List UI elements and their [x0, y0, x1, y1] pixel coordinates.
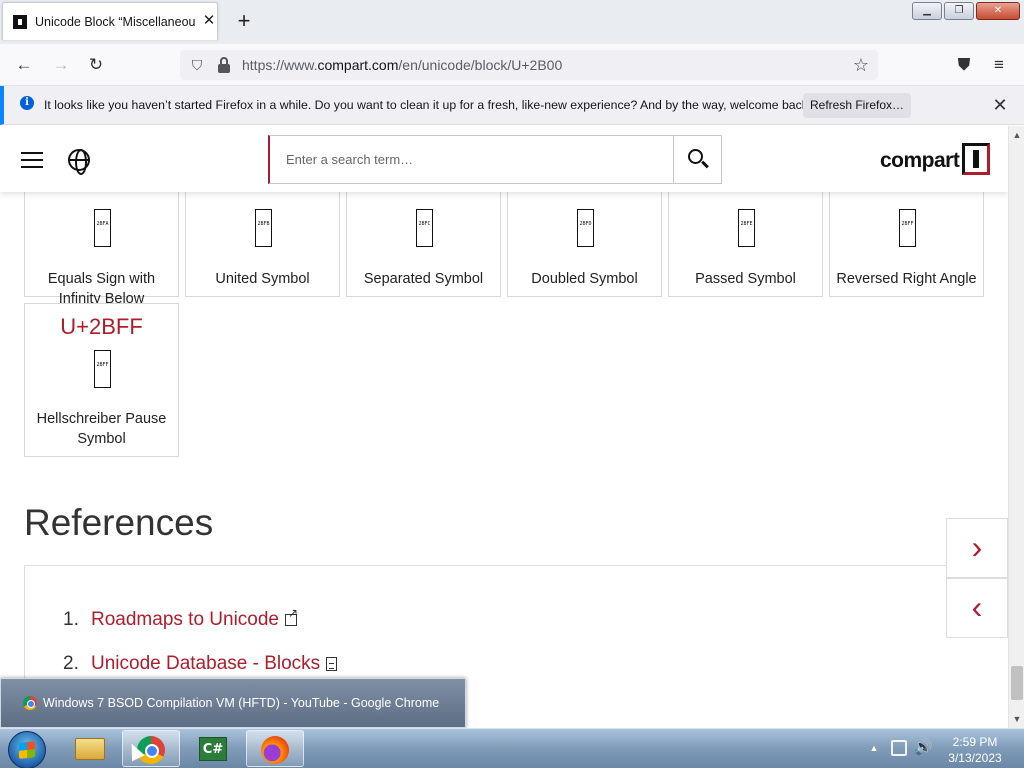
- missing-glyph-box: 2BFE: [738, 209, 755, 247]
- reference-number: 1.: [63, 609, 79, 630]
- clock-date: 3/13/2023: [948, 751, 1002, 765]
- notification-message: It looks like you haven’t started Firefo…: [44, 98, 812, 112]
- compart-favicon-icon: [13, 15, 27, 29]
- csharp-icon: C#: [199, 737, 227, 761]
- search-input[interactable]: [270, 136, 674, 183]
- firefox-refresh-notification: i It looks like you haven’t started Fire…: [0, 86, 1024, 125]
- browser-tab[interactable]: Unicode Block “Miscellaneous S ✕: [2, 2, 218, 40]
- character-name: Hellschreiber Pause Symbol: [36, 411, 167, 447]
- hamburger-menu-icon[interactable]: [21, 152, 43, 168]
- scrollbar-thumb[interactable]: [1011, 666, 1023, 700]
- code-point: U+2BFF: [60, 314, 143, 339]
- preview-window-title: Windows 7 BSOD Compilation VM (HFTD) - Y…: [43, 696, 440, 710]
- missing-glyph-box: 2BFF: [94, 350, 111, 388]
- show-hidden-icons-arrow-icon[interactable]: ▲: [869, 741, 879, 755]
- chevron-right-icon: ›: [971, 529, 983, 565]
- scroll-up-icon[interactable]: ▲: [1011, 128, 1023, 142]
- minimize-button[interactable]: ▁: [912, 2, 942, 20]
- tab-close-icon[interactable]: ✕: [201, 12, 217, 30]
- missing-glyph-box: 2BFA: [94, 209, 111, 247]
- missing-glyph-box: 2BFB: [255, 209, 272, 247]
- info-icon: i: [20, 96, 34, 110]
- page-viewport: compart 2BFA Equals Sign with Infinity B…: [0, 126, 1008, 728]
- back-arrow-icon[interactable]: ←: [11, 52, 37, 78]
- taskbar-window-preview[interactable]: Windows 7 BSOD Compilation VM (HFTD) - Y…: [0, 678, 466, 728]
- character-name: Reversed Right Angle: [836, 271, 977, 287]
- missing-glyph-box: 2BFF: [899, 209, 916, 247]
- previous-page-button[interactable]: ‹: [946, 578, 1008, 638]
- missing-glyph-box: 2BFD: [577, 209, 594, 247]
- navigation-toolbar: ← → ↻ ⛉ https://www.compart.com/en/unico…: [0, 44, 1024, 86]
- clock-time: 2:59 PM: [952, 735, 998, 749]
- forward-arrow-icon[interactable]: →: [48, 52, 74, 78]
- page-scrollbar[interactable]: ▲ ▼: [1008, 126, 1024, 728]
- language-globe-icon[interactable]: [68, 149, 90, 175]
- external-link-icon: [285, 606, 298, 626]
- pocket-icon[interactable]: ⛊: [951, 52, 977, 78]
- chevron-left-icon: ‹: [971, 589, 983, 625]
- taskbar-explorer[interactable]: [60, 730, 118, 767]
- reload-icon[interactable]: ↻: [83, 52, 109, 78]
- reference-link[interactable]: Roadmaps to Unicode: [91, 609, 279, 630]
- window-controls: ▁ ❐ ✕: [912, 2, 1020, 20]
- chrome-icon: [23, 696, 37, 710]
- url-text[interactable]: https://www.compart.com/en/unicode/block…: [242, 57, 562, 73]
- network-icon[interactable]: [891, 740, 907, 756]
- document-icon: [326, 657, 338, 671]
- compart-logo[interactable]: compart: [880, 143, 992, 177]
- references-heading: References: [24, 502, 214, 543]
- address-bar[interactable]: ⛉ https://www.compart.com/en/unicode/blo…: [180, 50, 878, 80]
- new-tab-button[interactable]: +: [233, 9, 255, 33]
- tab-title: Unicode Block “Miscellaneous S: [35, 15, 195, 29]
- refresh-firefox-button[interactable]: Refresh Firefox…: [803, 93, 911, 118]
- reference-link[interactable]: Unicode Database - Blocks: [91, 653, 320, 674]
- character-card[interactable]: U+2BFF 2BFF Hellschreiber Pause Symbol: [24, 303, 179, 457]
- start-button[interactable]: [8, 731, 46, 768]
- missing-glyph-box: 2BFC: [416, 209, 433, 247]
- logo-wordmark: compart: [880, 149, 960, 172]
- close-window-button[interactable]: ✕: [976, 2, 1020, 20]
- app-menu-icon[interactable]: ≡: [986, 52, 1012, 78]
- restore-button[interactable]: ❐: [944, 2, 974, 20]
- folder-icon: [75, 738, 105, 760]
- character-name: United Symbol: [215, 271, 310, 287]
- close-notification-icon[interactable]: ✕: [990, 94, 1010, 116]
- next-page-button[interactable]: ›: [946, 518, 1008, 578]
- volume-icon[interactable]: 🔊: [914, 738, 933, 758]
- reference-item: 2. Unicode Database - Blocks: [63, 653, 338, 675]
- logo-mark-icon: [962, 143, 990, 175]
- tracking-protection-shield-icon[interactable]: ⛉: [188, 55, 206, 75]
- system-clock[interactable]: 2:59 PM 3/13/2023: [942, 734, 1008, 766]
- taskbar-csharp[interactable]: C#: [184, 730, 242, 767]
- character-name: Passed Symbol: [695, 271, 796, 287]
- character-name: Separated Symbol: [363, 271, 484, 287]
- firefox-icon: [261, 736, 289, 764]
- lock-icon[interactable]: [218, 57, 230, 73]
- character-name: Doubled Symbol: [531, 271, 638, 287]
- site-header: compart: [0, 126, 1008, 192]
- search-button[interactable]: [673, 136, 721, 183]
- search-box: [268, 135, 722, 184]
- tab-bar: Unicode Block “Miscellaneous S ✕ + ▁ ❐ ✕: [0, 0, 1024, 44]
- reference-number: 2.: [63, 653, 79, 674]
- taskbar-firefox[interactable]: [246, 730, 304, 767]
- windows-taskbar: C# ▲ 🔊 2:59 PM 3/13/2023: [0, 728, 1024, 768]
- scroll-down-icon[interactable]: ▼: [1011, 712, 1023, 726]
- reference-item: 1. Roadmaps to Unicode: [63, 606, 298, 631]
- bookmark-star-icon[interactable]: ☆: [850, 53, 872, 77]
